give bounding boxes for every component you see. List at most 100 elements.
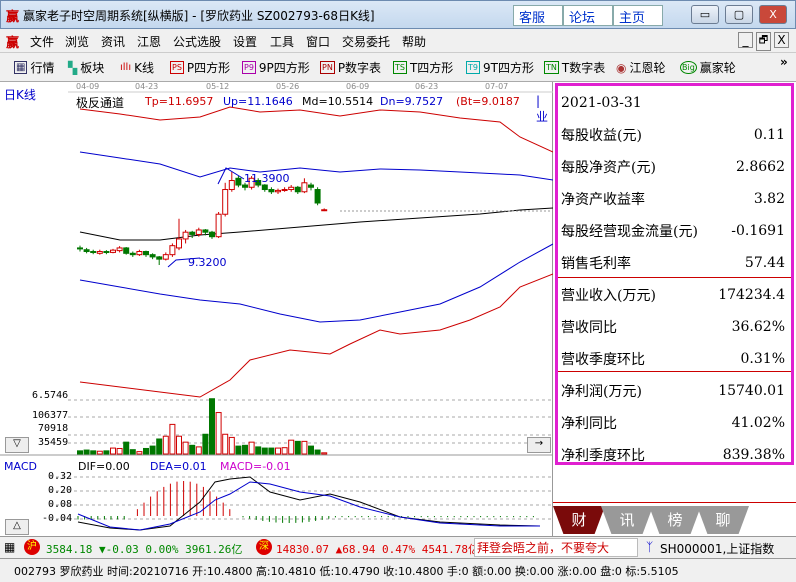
- finance-row: 营业收入(万元) 174234.4: [561, 279, 785, 311]
- finance-table: 2021-03-31 每股收益(元) 0.11 每股净资产(元) 2.8662 净资产收…: [555, 83, 794, 465]
- candle: [294, 186, 301, 193]
- maximize-button[interactable]: ▢: [725, 5, 753, 24]
- news-ticker[interactable]: 拜登会晤之前，不要夸大: [474, 538, 638, 557]
- collapse-up-button[interactable]: △: [5, 519, 29, 535]
- minimize-button[interactable]: ▭: [691, 5, 719, 24]
- volume-bar: [176, 435, 182, 455]
- indicator-name: 极反通道: [76, 96, 125, 110]
- menu-tools[interactable]: 工具: [270, 33, 294, 50]
- tool-label: 9P四方形: [258, 61, 310, 75]
- macd-label: MACD: [4, 460, 37, 473]
- finance-row: 净利同比 41.02%: [561, 407, 785, 439]
- dea-value: DEA=0.01: [150, 460, 207, 473]
- menu-bar: 赢 文件 浏览 资讯 江恩 公式选股 设置 工具 窗口 交易委托 帮助 _ 🗗 …: [0, 29, 796, 53]
- tool-t-square[interactable]: TS T四方形: [393, 59, 453, 76]
- quote-detail: 002793 罗欣药业 时间:20210716 开:10.4800 高:10.4…: [14, 565, 679, 578]
- menu-browse[interactable]: 浏览: [65, 33, 89, 50]
- tool-sectors[interactable]: ▚ 板块: [68, 59, 104, 76]
- finance-label: 销售毛利率: [561, 256, 631, 272]
- tool-label: 江恩轮: [629, 61, 666, 75]
- finance-row: 营收同比 36.62%: [561, 311, 785, 343]
- wheel-icon: ◉: [616, 60, 627, 75]
- close-button[interactable]: X: [759, 5, 787, 24]
- finance-row: 每股净资产(元) 2.8662: [561, 151, 785, 183]
- mdi-minimize[interactable]: _: [738, 32, 753, 48]
- vol-tick: 106377: [32, 410, 69, 421]
- tool-9p-square[interactable]: P9 9P四方形: [242, 59, 310, 76]
- high-price-label: 11.3900: [244, 172, 290, 185]
- tool-quotes[interactable]: ▦ 行情: [14, 59, 54, 76]
- menu-gann[interactable]: 江恩: [137, 33, 161, 50]
- volume-bar: [169, 423, 176, 455]
- md-value: Md=10.5514: [302, 95, 374, 108]
- up-value: Up=11.1646: [223, 95, 293, 108]
- menu-info[interactable]: 资讯: [101, 33, 125, 50]
- candle: [202, 229, 209, 233]
- candle: [90, 251, 97, 254]
- candle: [195, 229, 202, 235]
- menu-settings[interactable]: 设置: [233, 33, 257, 50]
- forum-link[interactable]: 论坛: [563, 5, 613, 26]
- tool-p-square[interactable]: PS P四方形: [170, 59, 230, 76]
- index-selector[interactable]: SH000001,上证指数: [660, 540, 774, 557]
- menu-trade[interactable]: 交易委托: [342, 33, 390, 50]
- tool-t-table[interactable]: TN T数字表: [544, 59, 605, 76]
- report-date: 2021-03-31: [561, 87, 785, 119]
- volume-bar: [242, 444, 248, 455]
- volume-bar: [123, 441, 130, 455]
- candle: [301, 182, 308, 193]
- kline-icon: ıllı: [120, 62, 132, 73]
- macd-tick: 0.20: [48, 485, 73, 496]
- antenna-icon: ᛉ: [646, 540, 654, 554]
- finance-value: 15740.01: [718, 383, 785, 399]
- sz-index-quote[interactable]: 14830.07 ▲68.94 0.47% 4541.78亿: [276, 541, 479, 557]
- mdi-restore[interactable]: 🗗: [756, 32, 771, 51]
- mdi-close[interactable]: X: [774, 32, 789, 48]
- chart-area[interactable]: 日K线 04-09 04-23 05-12 05-26 06-09 06-23 …: [0, 82, 553, 536]
- divider: [558, 277, 791, 278]
- tool-9t-square[interactable]: T9 9T四方形: [466, 59, 534, 76]
- calendar-icon[interactable]: ▦: [4, 540, 15, 554]
- menu-window[interactable]: 窗口: [306, 33, 330, 50]
- service-link[interactable]: 客服: [513, 5, 563, 26]
- tool-p-table[interactable]: PN P数字表: [320, 59, 381, 76]
- blocks-icon: ▚: [68, 60, 78, 75]
- menu-formula[interactable]: 公式选股: [173, 33, 221, 50]
- quote-status-bar: 002793 罗欣药业 时间:20210716 开:10.4800 高:10.4…: [0, 558, 796, 582]
- sh-index-quote[interactable]: 3584.18 ▼-0.03 0.00% 3961.26亿: [46, 541, 242, 557]
- macd-tick: -0.04: [42, 513, 73, 524]
- volume-bar: [209, 398, 215, 455]
- tool-label: P数字表: [337, 61, 382, 75]
- tool-winner-wheel[interactable]: Big 赢家轮: [680, 59, 736, 76]
- date-label: 07-07: [485, 82, 509, 91]
- finance-value: 839.38%: [722, 447, 785, 463]
- tool-gann-wheel[interactable]: ◉ 江恩轮: [616, 59, 666, 76]
- volume-bar: [96, 450, 103, 455]
- volume-bar: [301, 440, 308, 455]
- home-link[interactable]: 主页: [613, 5, 663, 26]
- collapse-down-button[interactable]: ▽: [5, 437, 29, 453]
- tool-kline[interactable]: ıllı K线: [120, 59, 154, 76]
- candle: [77, 247, 83, 250]
- volume-bar: [162, 435, 169, 455]
- candle: [83, 249, 90, 253]
- finance-value: 174234.4: [718, 287, 785, 303]
- candle: [275, 189, 281, 193]
- scroll-right-button[interactable]: →: [527, 437, 551, 453]
- candle: [268, 189, 275, 193]
- volume-bar: [268, 447, 275, 455]
- window-title: 赢家老子时空周期系统[纵横版] - [罗欣药业 SZ002793-68日K线]: [23, 9, 375, 23]
- menu-file[interactable]: 文件: [30, 33, 54, 50]
- candle: [143, 251, 149, 256]
- tool-label: K线: [134, 61, 154, 75]
- toolbar-overflow[interactable]: »: [780, 55, 788, 69]
- low-price-label: 9.3200: [188, 256, 227, 269]
- finance-row: 净利季度环比 839.38%: [561, 439, 785, 471]
- menu-help[interactable]: 帮助: [402, 33, 426, 50]
- candle: [209, 231, 215, 238]
- volume-bar: [182, 441, 189, 455]
- volume-bar: [116, 447, 123, 455]
- candle: [242, 184, 248, 188]
- finance-row: 净资产收益率 3.82: [561, 183, 785, 215]
- tp-line: [79, 106, 553, 153]
